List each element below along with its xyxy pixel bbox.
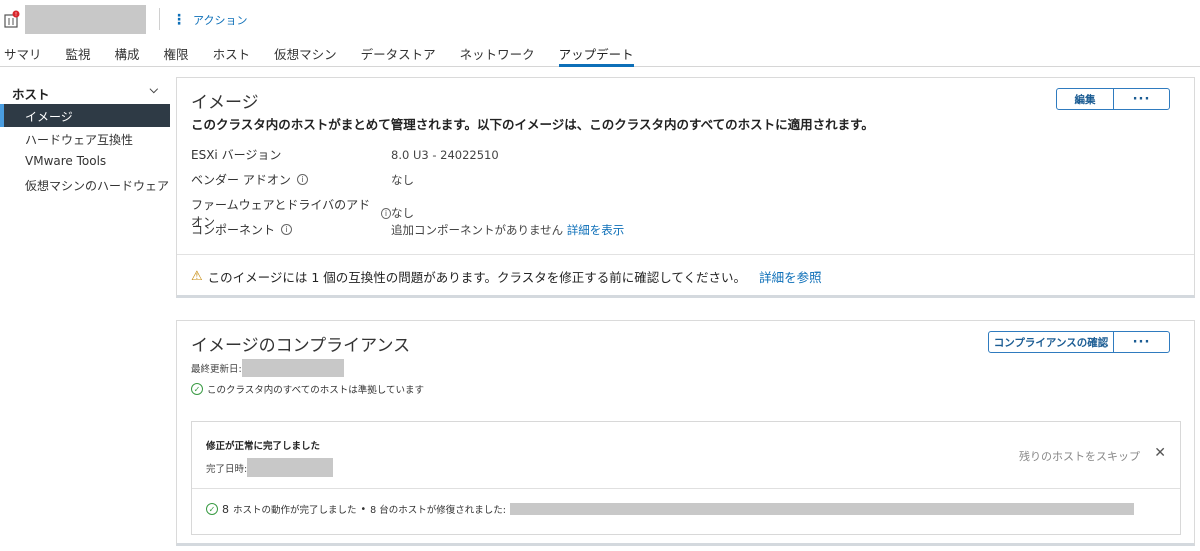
cluster-name-redacted	[25, 5, 146, 34]
info-icon[interactable]: i	[281, 224, 293, 235]
image-card-description: このクラスタ内のホストがまとめて管理されます。以下のイメージは、このクラスタ内の…	[191, 117, 874, 132]
tab-datastores[interactable]: データストア	[361, 40, 436, 67]
check-circle-icon: ✓	[206, 503, 218, 515]
svg-text:!: !	[15, 12, 17, 18]
sidebar-item-image[interactable]: イメージ	[0, 104, 170, 127]
redacted-host-list	[509, 503, 1134, 515]
last-updated: 最終更新日:	[191, 359, 344, 377]
hosts-done-text: ホストの動作が完了しました	[233, 505, 357, 516]
completed-label: 完了日時:	[206, 463, 248, 475]
info-icon[interactable]: i	[380, 207, 391, 219]
compatibility-warning: ⚠ このイメージには 1 個の互換性の問題があります。クラスタを修正する前に確認…	[177, 254, 1194, 296]
info-icon[interactable]: i	[296, 174, 308, 185]
top-bar: ! ⋮ アクション	[0, 0, 1200, 38]
row-value: 8.0 U3 - 24022510	[391, 147, 499, 162]
see-details-link[interactable]: 詳細を参照	[759, 267, 822, 286]
row-key: ベンダー アドオン	[191, 173, 291, 187]
remediation-summary: ✓ 8 ホストの動作が完了しました • 8 台のホストが修復されました:	[206, 502, 1134, 516]
bullet-separator: •	[360, 503, 367, 515]
vertical-ellipsis-icon: ⋮	[172, 12, 186, 28]
compliance-card-title: イメージのコンプライアンス	[191, 336, 411, 356]
remediation-title: 修正が正常に完了しました	[206, 441, 321, 452]
tab-monitor[interactable]: 監視	[66, 40, 91, 67]
warning-triangle-icon: ⚠	[191, 269, 203, 284]
header-divider	[159, 8, 160, 30]
hosts-count: 8	[222, 502, 229, 516]
warning-message: このイメージには 1 個の互換性の問題があります。クラスタを修正する前に確認して…	[207, 270, 747, 285]
sidebar-item-vm-hardware[interactable]: 仮想マシンのハードウェア	[0, 173, 170, 196]
check-circle-icon: ✓	[191, 383, 203, 395]
last-updated-label: 最終更新日:	[191, 364, 242, 375]
image-card-actions: 編集 ···	[1056, 88, 1170, 110]
more-options-button[interactable]: ···	[1113, 332, 1169, 352]
actions-menu-button[interactable]: ⋮ アクション	[172, 12, 247, 28]
chevron-down-icon: ⌵	[149, 83, 158, 96]
row-components: コンポーネント i 追加コンポーネントがありません 詳細を表示	[191, 221, 624, 238]
row-key: ESXi バージョン	[191, 148, 282, 162]
compliance-status-text: このクラスタ内のすべてのホストは準拠しています	[207, 385, 424, 396]
sidebar-item-vmware-tools[interactable]: VMware Tools	[0, 150, 170, 173]
remediated-text: 8 台のホストが修復されました:	[370, 505, 506, 516]
sidebar: ホスト ⌵ イメージ ハードウェア互換性 VMware Tools 仮想マシンの…	[0, 78, 170, 196]
tab-bar: サマリ 監視 構成 権限 ホスト 仮想マシン データストア ネットワーク アップ…	[0, 40, 1200, 67]
tab-hosts[interactable]: ホスト	[213, 40, 251, 67]
compliance-status: ✓ このクラスタ内のすべてのホストは準拠しています	[191, 382, 424, 396]
compliance-card: イメージのコンプライアンス コンプライアンスの確認 ··· 最終更新日: ✓ こ…	[176, 320, 1195, 546]
row-key: コンポーネント	[191, 223, 276, 237]
tab-configure[interactable]: 構成	[115, 40, 140, 67]
tab-networks[interactable]: ネットワーク	[460, 40, 535, 67]
close-icon[interactable]: ✕	[1154, 445, 1166, 461]
tab-vms[interactable]: 仮想マシン	[274, 40, 337, 67]
sidebar-section-hosts[interactable]: ホスト ⌵	[0, 78, 170, 104]
sidebar-heading: ホスト	[12, 87, 50, 102]
edit-button[interactable]: 編集	[1057, 89, 1113, 109]
skip-remaining-hosts-button[interactable]: 残りのホストをスキップ	[1019, 448, 1140, 464]
sidebar-item-hardware-compat[interactable]: ハードウェア互換性	[0, 127, 170, 150]
more-options-button[interactable]: ···	[1113, 89, 1169, 109]
tab-updates[interactable]: アップデート	[558, 40, 634, 67]
check-compliance-button[interactable]: コンプライアンスの確認	[989, 332, 1113, 352]
show-details-link[interactable]: 詳細を表示	[567, 223, 625, 237]
image-card-title: イメージ	[191, 93, 259, 113]
redacted-timestamp	[241, 359, 344, 377]
redacted-timestamp	[247, 458, 334, 477]
row-esxi-version: ESXi バージョン 8.0 U3 - 24022510	[191, 146, 499, 163]
row-value: なし	[391, 172, 414, 187]
tab-permissions[interactable]: 権限	[164, 40, 189, 67]
compliance-card-actions: コンプライアンスの確認 ···	[988, 331, 1170, 353]
actions-label: アクション	[193, 14, 248, 27]
tab-summary[interactable]: サマリ	[4, 40, 42, 67]
row-vendor-addon: ベンダー アドオン i なし	[191, 171, 414, 188]
row-value: なし	[391, 206, 414, 220]
divider	[192, 488, 1180, 489]
row-value: 追加コンポーネントがありません	[391, 222, 564, 237]
remediation-panel: 修正が正常に完了しました 完了日時: 残りのホストをスキップ ✕ ✓ 8 ホスト…	[191, 421, 1181, 535]
cluster-alert-icon: !	[4, 10, 20, 28]
image-card: イメージ このクラスタ内のホストがまとめて管理されます。以下のイメージは、このク…	[176, 77, 1195, 298]
remediation-completed: 完了日時:	[206, 458, 334, 477]
